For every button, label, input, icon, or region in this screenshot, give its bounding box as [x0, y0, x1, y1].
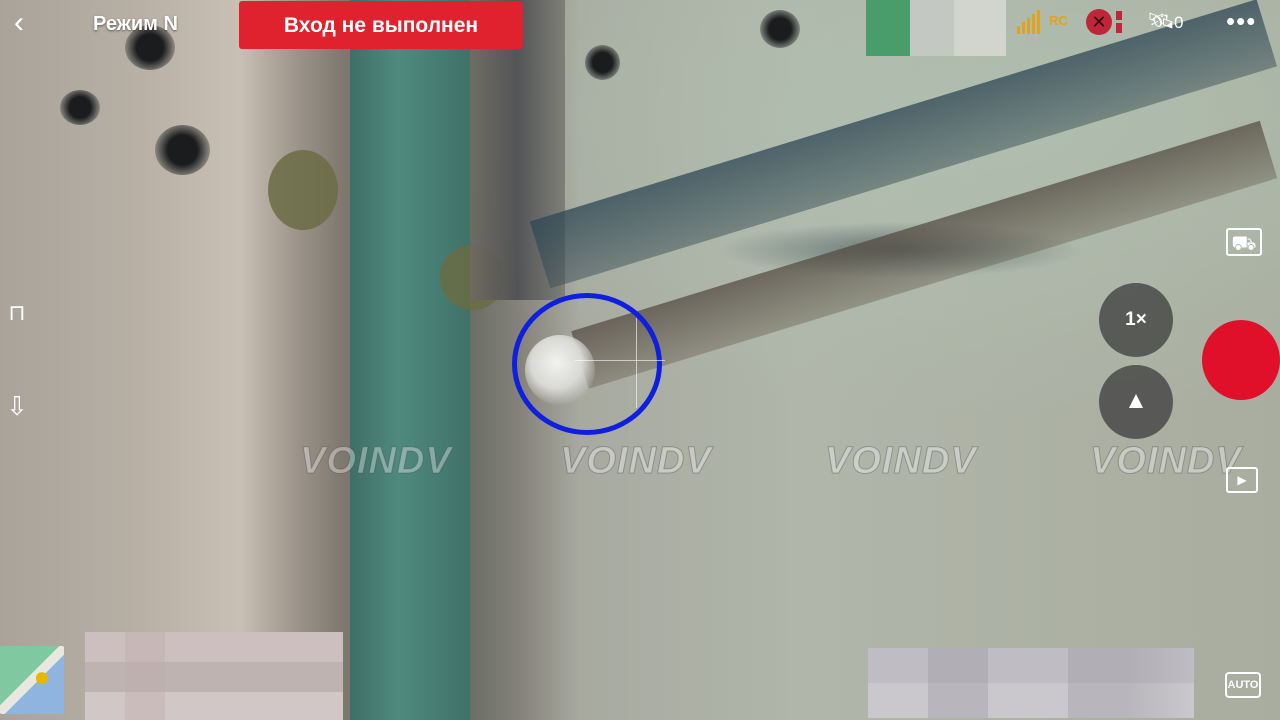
satellite-count: 0	[1174, 13, 1184, 32]
zoom-button[interactable]: 1×	[1099, 283, 1173, 357]
playback-icon[interactable]: ▶	[1226, 467, 1258, 493]
drone-signal-icon	[1116, 11, 1122, 33]
pixelated-region	[868, 648, 1194, 718]
map-pin-icon: ●	[33, 661, 51, 692]
watermark: VOINDV	[825, 440, 977, 483]
login-status-banner[interactable]: Вход не выполнен	[239, 1, 523, 49]
satellite-icon: 🛰	[1147, 8, 1175, 33]
pixelated-region	[866, 0, 1006, 56]
watermark: VOINDV	[560, 440, 712, 483]
crater	[155, 125, 210, 175]
ellipsis-icon[interactable]: •••	[1226, 8, 1256, 34]
record-button[interactable]	[1202, 320, 1280, 400]
flight-mode-label[interactable]: Режим N	[93, 13, 178, 36]
rc-signal-label: RC	[1049, 13, 1068, 28]
crater	[760, 10, 800, 48]
crater	[60, 90, 100, 125]
crosshair-vertical	[636, 318, 637, 408]
return-home-icon[interactable]: ⇩	[0, 388, 34, 424]
truck-icon[interactable]: ⛟	[1226, 228, 1262, 256]
pixelated-region	[85, 632, 343, 720]
drone-status-icon: ✕	[1086, 9, 1112, 35]
mountain-icon[interactable]: ▲	[1099, 365, 1173, 439]
watermark: VOINDV	[300, 440, 452, 483]
chevron-left-icon[interactable]: ‹	[6, 8, 32, 42]
auto-badge[interactable]: AUTO	[1225, 672, 1261, 698]
obstacle-icon[interactable]: ⊓	[0, 296, 34, 330]
watermark: VOINDV	[1090, 440, 1242, 483]
crater	[585, 45, 620, 80]
river	[350, 0, 470, 720]
signal-strength-icon	[1017, 10, 1040, 34]
crosshair-horizontal	[575, 360, 665, 361]
target-circle	[512, 293, 662, 435]
pond	[268, 150, 338, 230]
